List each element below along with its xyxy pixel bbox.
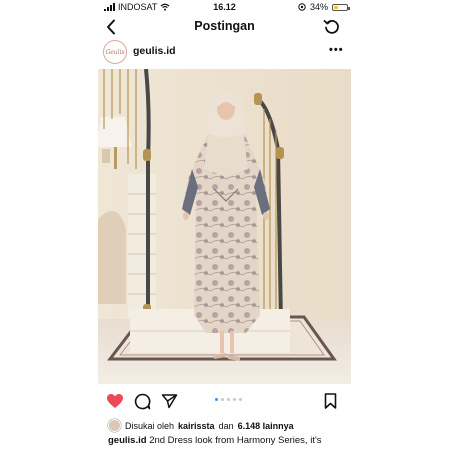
post-image[interactable] (98, 69, 351, 384)
likes-count[interactable]: 6.148 lainnya (238, 421, 294, 431)
carousel-dot (239, 398, 242, 401)
likes-mid: dan (218, 420, 234, 431)
avatar[interactable]: Geulis (103, 40, 127, 64)
caption-text: 2nd Dress look from Harmony Series, it's (149, 435, 322, 446)
more-horizontal-icon: ••• (329, 44, 344, 56)
liker-avatar (108, 419, 121, 432)
battery-icon (332, 3, 351, 11)
carousel-dot (215, 398, 218, 401)
send-icon (161, 394, 178, 409)
post-caption: geulis.id 2nd Dress look from Harmony Se… (108, 435, 351, 447)
carousel-dot (227, 398, 230, 401)
battery-percent: 34% (310, 2, 329, 12)
bookmark-icon (324, 393, 337, 409)
share-button[interactable] (161, 393, 178, 414)
comment-icon (134, 393, 151, 410)
more-options-button[interactable]: ••• (329, 44, 344, 56)
carousel-dot (233, 398, 236, 401)
caption-username[interactable]: geulis.id (108, 435, 147, 446)
location-icon (298, 3, 306, 11)
post-username[interactable]: geulis.id (133, 45, 176, 57)
status-bar: INDOSAT 16.12 34% (0, 0, 449, 14)
likes-user[interactable]: kairissta (178, 421, 215, 431)
heart-icon (107, 394, 123, 408)
page-title: Postingan (194, 19, 255, 33)
save-button[interactable] (324, 393, 337, 414)
avatar-logo: Geulis (105, 48, 125, 56)
refresh-icon (323, 19, 339, 34)
carousel-dot (221, 398, 224, 401)
carousel-indicator (215, 398, 242, 401)
status-right: 34% (298, 2, 351, 12)
comment-button[interactable] (134, 393, 151, 415)
refresh-button[interactable] (323, 18, 341, 36)
status-time: 16.12 (213, 2, 236, 12)
post-photo (98, 69, 351, 384)
likes-summary[interactable]: Disukai oleh kairissta dan 6.148 lainnya (108, 419, 294, 432)
likes-prefix: Disukai oleh (125, 420, 175, 431)
like-button[interactable] (106, 393, 124, 414)
